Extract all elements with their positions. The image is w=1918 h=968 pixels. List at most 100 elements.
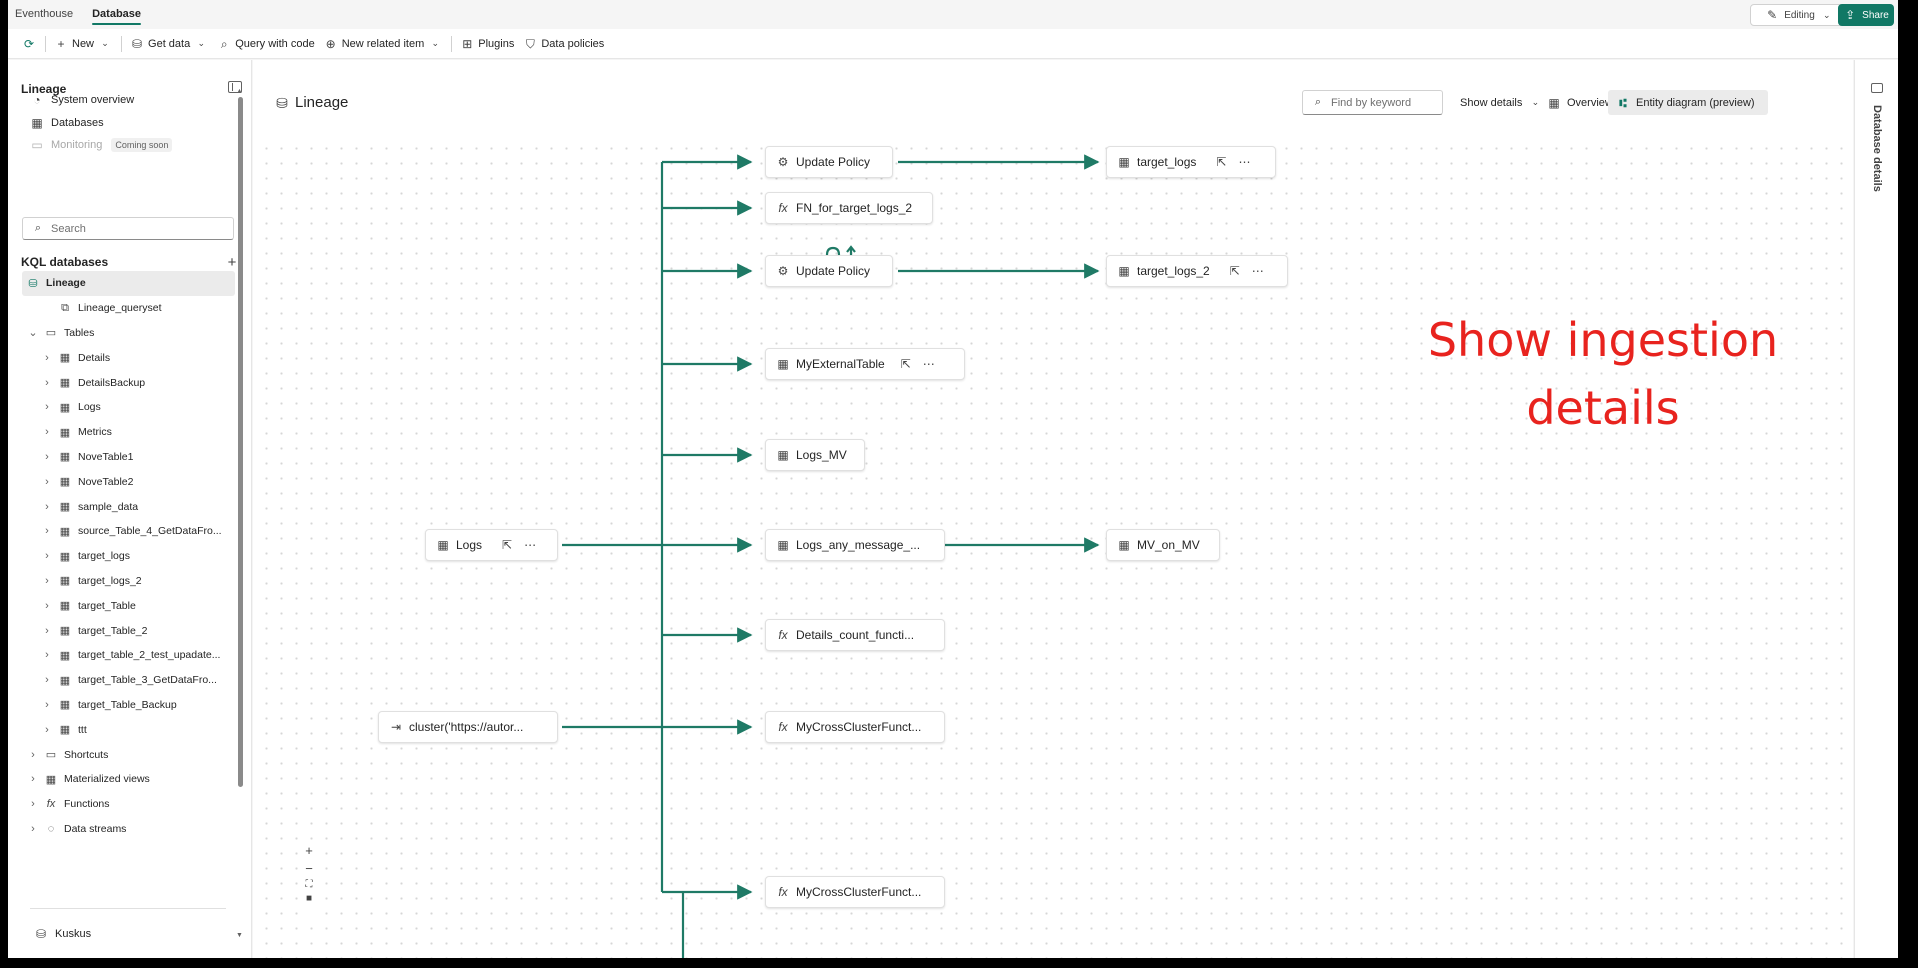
get-data-button[interactable]: ⛁ Get data ⌄ xyxy=(130,33,208,55)
chevron-right-icon[interactable]: › xyxy=(42,600,52,612)
more-options-icon[interactable]: ⋯ xyxy=(923,357,935,371)
tab-database[interactable]: Database xyxy=(92,4,141,25)
chevron-right-icon[interactable]: › xyxy=(42,575,52,587)
more-options-icon[interactable]: ⋯ xyxy=(1238,155,1250,169)
node-update-policy-2[interactable]: ⚙ Update Policy xyxy=(765,255,893,287)
zoom-out-icon[interactable]: − xyxy=(305,861,313,876)
fit-view-icon[interactable]: ⛶ xyxy=(306,879,313,890)
tree-item[interactable]: › ▦ target_logs_2 xyxy=(22,569,235,594)
tree-item[interactable]: › fx Functions xyxy=(22,792,235,817)
node-fn-for-target-logs-2[interactable]: fx FN_for_target_logs_2 xyxy=(765,192,933,224)
chevron-right-icon[interactable]: › xyxy=(42,525,52,537)
lineage-canvas[interactable]: ⛁ Lineage ⌕ Find by keyword Show details… xyxy=(253,60,1853,958)
sidebar-search-input[interactable]: ⌕ Search xyxy=(22,217,234,240)
chevron-right-icon[interactable]: › xyxy=(42,401,52,413)
tree-item[interactable]: › ▦ sample_data xyxy=(22,494,235,519)
tree-item[interactable]: › ▦ Metrics xyxy=(22,420,235,445)
chevron-right-icon[interactable]: › xyxy=(42,550,52,562)
node-details-count-function[interactable]: fx Details_count_functi... xyxy=(765,619,945,651)
tree-item[interactable]: › ▦ source_Table_4_GetDataFro... xyxy=(22,519,235,544)
sidebar-scrollbar[interactable] xyxy=(238,97,243,787)
data-stream-icon: ◌ xyxy=(47,822,55,835)
tree-item[interactable]: ⌄ ▭ Tables xyxy=(22,321,235,346)
node-target-logs[interactable]: ▦ target_logs ⇱ ⋯ xyxy=(1106,146,1276,178)
node-my-external-table[interactable]: ▦ MyExternalTable ⇱ ⋯ xyxy=(765,348,965,380)
chevron-right-icon[interactable]: › xyxy=(42,377,52,389)
tree-item[interactable]: › ▦ Logs xyxy=(22,395,235,420)
new-related-item-button[interactable]: ⊕ New related item ⌄ xyxy=(324,33,443,55)
chevron-right-icon[interactable]: › xyxy=(28,749,38,761)
editing-mode-button[interactable]: ✎ Editing ⌄ xyxy=(1750,4,1849,26)
chevron-right-icon[interactable]: › xyxy=(42,476,52,488)
tree-item-label: Logs xyxy=(78,401,101,414)
chevron-right-icon[interactable]: › xyxy=(28,798,38,810)
node-my-cross-cluster-function-1[interactable]: fx MyCrossClusterFunct... xyxy=(765,711,945,743)
lock-icon[interactable]: ■ xyxy=(306,893,312,904)
tree-item[interactable]: ⧉ Lineage_queryset xyxy=(22,296,235,321)
share-button[interactable]: ⇪ Share xyxy=(1838,4,1894,26)
tree-item[interactable]: › ▦ NoveTable2 xyxy=(22,469,235,494)
tree-item[interactable]: › ▦ Details xyxy=(22,345,235,370)
open-icon[interactable]: ⇱ xyxy=(1216,155,1226,169)
chevron-right-icon[interactable]: › xyxy=(42,352,52,364)
node-cluster-source[interactable]: ⇥ cluster('https://autor... xyxy=(378,711,558,743)
tree-item[interactable]: › ▦ DetailsBackup xyxy=(22,370,235,395)
node-update-policy-1[interactable]: ⚙ Update Policy xyxy=(765,146,893,178)
open-icon[interactable]: ⇱ xyxy=(1230,264,1240,278)
chevron-right-icon[interactable]: › xyxy=(42,451,52,463)
zoom-in-icon[interactable]: + xyxy=(305,843,313,858)
nav-system-overview[interactable]: ◔ System overview xyxy=(30,93,134,107)
tree-item[interactable]: › ▦ ttt xyxy=(22,717,235,742)
chevron-right-icon[interactable]: › xyxy=(42,501,52,513)
chevron-down-icon[interactable]: ⌄ xyxy=(28,326,38,339)
new-button[interactable]: + New ⌄ xyxy=(54,33,112,55)
tree-item[interactable]: › ▦ target_Table_Backup xyxy=(22,693,235,718)
node-logs-mv[interactable]: ▦ Logs_MV xyxy=(765,439,865,471)
tree-item[interactable]: › ▦ Materialized views xyxy=(22,767,235,792)
add-icon[interactable]: + xyxy=(225,255,239,270)
node-mv-on-mv[interactable]: ▦ MV_on_MV xyxy=(1106,529,1220,561)
tree-item[interactable]: › ◌ Data streams xyxy=(22,817,235,842)
open-icon[interactable]: ⇱ xyxy=(502,538,512,552)
node-target-logs-2[interactable]: ▦ target_logs_2 ⇱ ⋯ xyxy=(1106,255,1288,287)
database-details-label[interactable]: Database details xyxy=(1871,105,1883,192)
open-icon[interactable]: ⇱ xyxy=(901,357,911,371)
query-with-code-button[interactable]: ⌕ Query with code xyxy=(217,33,315,55)
refresh-button[interactable]: ⟳ xyxy=(22,33,36,55)
nav-label: Monitoring xyxy=(51,139,103,151)
more-options-icon[interactable]: ⋯ xyxy=(1252,264,1264,278)
tree-item[interactable]: › ▦ target_Table_2 xyxy=(22,618,235,643)
scroll-up-icon[interactable]: ▲ xyxy=(236,88,243,95)
database-details-rail[interactable]: Database details xyxy=(1854,60,1898,958)
chevron-right-icon[interactable]: › xyxy=(28,773,38,785)
chevron-right-icon[interactable]: › xyxy=(42,625,52,637)
plugins-button[interactable]: ⊞ Plugins xyxy=(460,33,514,55)
tree-item[interactable]: › ▦ target_table_2_test_upadate... xyxy=(22,643,235,668)
node-logs-any-message[interactable]: ▦ Logs_any_message_... xyxy=(765,529,945,561)
chevron-right-icon[interactable]: › xyxy=(42,699,52,711)
chevron-right-icon[interactable]: › xyxy=(42,649,52,661)
expand-pane-icon[interactable] xyxy=(1871,83,1883,93)
scroll-down-icon[interactable]: ▼ xyxy=(236,932,243,939)
node-label: MyExternalTable xyxy=(796,357,885,371)
chevron-right-icon[interactable]: › xyxy=(42,724,52,736)
node-my-cross-cluster-function-2[interactable]: fx MyCrossClusterFunct... xyxy=(765,876,945,908)
tree-item[interactable]: › ▦ target_Table_3_GetDataFro... xyxy=(22,668,235,693)
chevron-right-icon[interactable]: › xyxy=(42,674,52,686)
chevron-right-icon[interactable]: › xyxy=(42,426,52,438)
table-icon: ▦ xyxy=(59,575,71,588)
tree-item[interactable]: › ▭ Shortcuts xyxy=(22,742,235,767)
tree-item-label: Data streams xyxy=(64,822,127,835)
tree-item[interactable]: ⛁ Lineage xyxy=(22,271,235,296)
more-options-icon[interactable]: ⋯ xyxy=(524,538,536,552)
chevron-right-icon[interactable]: › xyxy=(28,823,38,835)
node-logs[interactable]: ▦ Logs ⇱ ⋯ xyxy=(425,529,558,561)
data-policies-button[interactable]: ⛉ Data policies xyxy=(523,33,605,55)
tree-item[interactable]: › ▦ target_logs xyxy=(22,544,235,569)
tree-item[interactable]: › ▦ target_Table xyxy=(22,593,235,618)
tree-item-label: sample_data xyxy=(78,500,139,513)
tree-item[interactable]: › ▦ NoveTable1 xyxy=(22,445,235,470)
nav-databases[interactable]: ▦ Databases xyxy=(30,116,103,130)
tree-item-kuskus[interactable]: ⛁ Kuskus xyxy=(34,927,91,941)
tab-eventhouse[interactable]: Eventhouse xyxy=(15,4,73,24)
